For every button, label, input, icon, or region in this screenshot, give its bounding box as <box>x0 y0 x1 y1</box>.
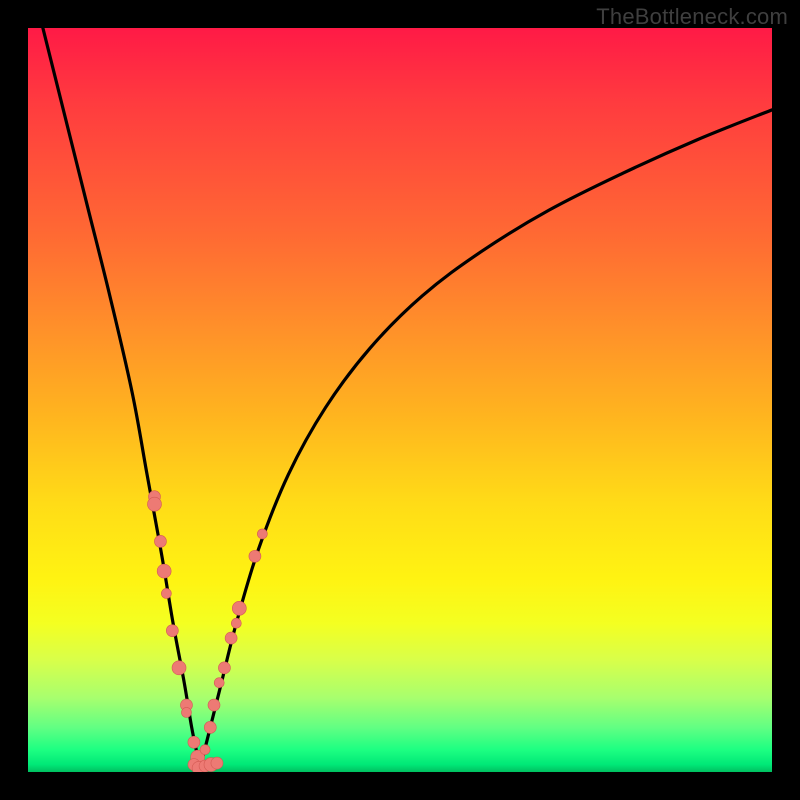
scatter-dot <box>257 529 267 539</box>
curve-svg <box>28 28 772 772</box>
scatter-dot <box>211 757 223 769</box>
scatter-dot <box>180 699 192 711</box>
scatter-dot <box>188 736 200 748</box>
bottleneck-curve <box>43 28 772 772</box>
scatter-dot <box>154 535 166 547</box>
scatter-dot <box>199 760 211 772</box>
scatter-dot <box>208 699 220 711</box>
scatter-dot <box>204 721 216 733</box>
scatter-dot <box>249 550 261 562</box>
scatter-dot <box>231 618 241 628</box>
scatter-dots <box>147 491 267 772</box>
chart-frame: TheBottleneck.com <box>0 0 800 800</box>
scatter-dot <box>214 678 224 688</box>
watermark-text: TheBottleneck.com <box>596 4 788 30</box>
scatter-dot <box>232 601 246 615</box>
scatter-dot <box>172 661 186 675</box>
plot-area <box>28 28 772 772</box>
scatter-dot <box>181 707 191 717</box>
scatter-dot <box>166 625 178 637</box>
scatter-dot <box>218 662 230 674</box>
scatter-dot <box>200 745 210 755</box>
scatter-dot <box>188 759 200 771</box>
scatter-dot <box>157 564 171 578</box>
scatter-dot <box>161 588 171 598</box>
scatter-dot <box>191 750 205 764</box>
scatter-dot <box>225 632 237 644</box>
scatter-dot <box>147 497 161 511</box>
scatter-dot <box>204 758 218 772</box>
scatter-dot <box>148 491 160 503</box>
scatter-dot <box>192 761 206 772</box>
